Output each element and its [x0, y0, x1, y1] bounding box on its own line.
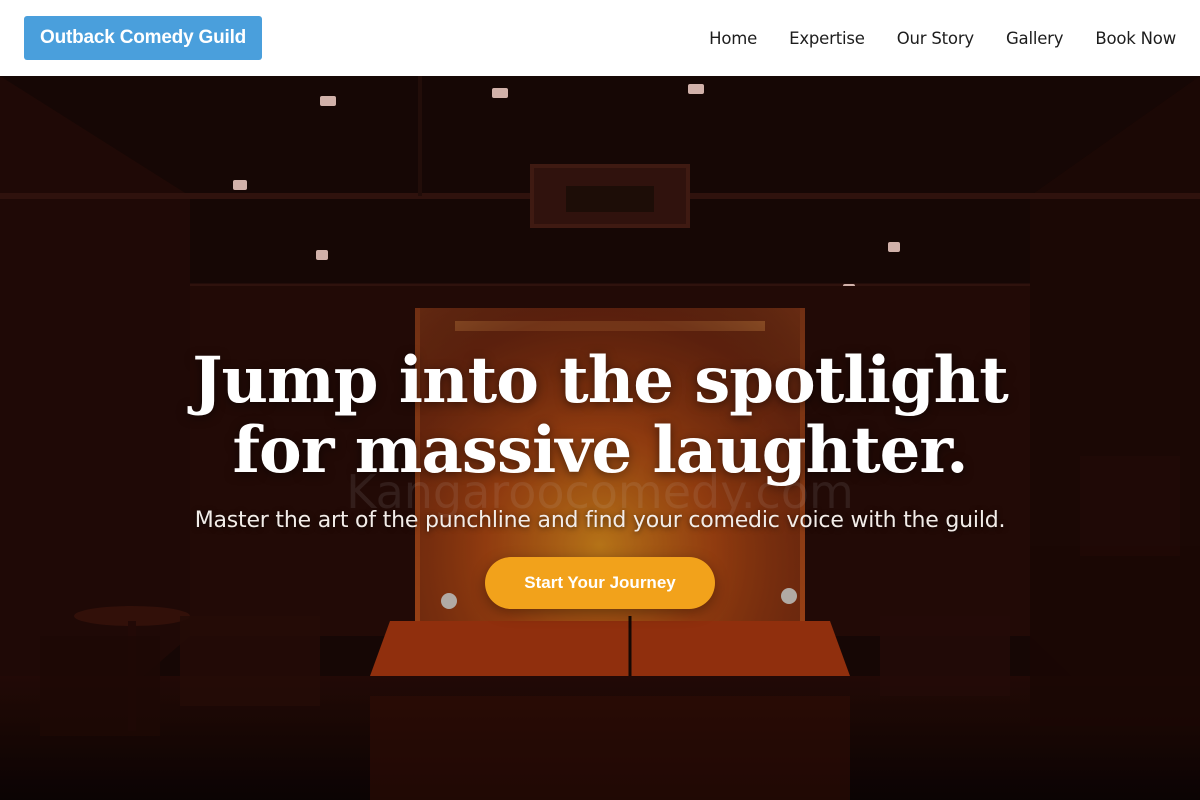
nav-links: Home Expertise Our Story Gallery Book No… [677, 29, 1176, 48]
nav-link-our-story[interactable]: Our Story [897, 29, 974, 48]
hero-heading: Jump into the spotlight for massive laug… [150, 346, 1050, 486]
nav-link-home[interactable]: Home [709, 29, 757, 48]
nav-link-book-now[interactable]: Book Now [1095, 29, 1176, 48]
nav-link-expertise[interactable]: Expertise [789, 29, 865, 48]
hero-heading-line-1: Jump into the spotlight [192, 343, 1009, 418]
hero-section: Kangaroocomedy.com Jump into the spotlig… [0, 76, 1200, 800]
hero-heading-line-2: for massive laughter. [232, 413, 969, 488]
brand-logo-button[interactable]: Outback Comedy Guild [24, 16, 263, 60]
hero-content: Jump into the spotlight for massive laug… [0, 346, 1200, 609]
hero-subtitle: Master the art of the punchline and find… [194, 508, 1006, 533]
nav-link-gallery[interactable]: Gallery [1006, 29, 1064, 48]
top-navbar: Outback Comedy Guild Home Expertise Our … [0, 0, 1200, 76]
start-journey-button[interactable]: Start Your Journey [485, 557, 715, 609]
